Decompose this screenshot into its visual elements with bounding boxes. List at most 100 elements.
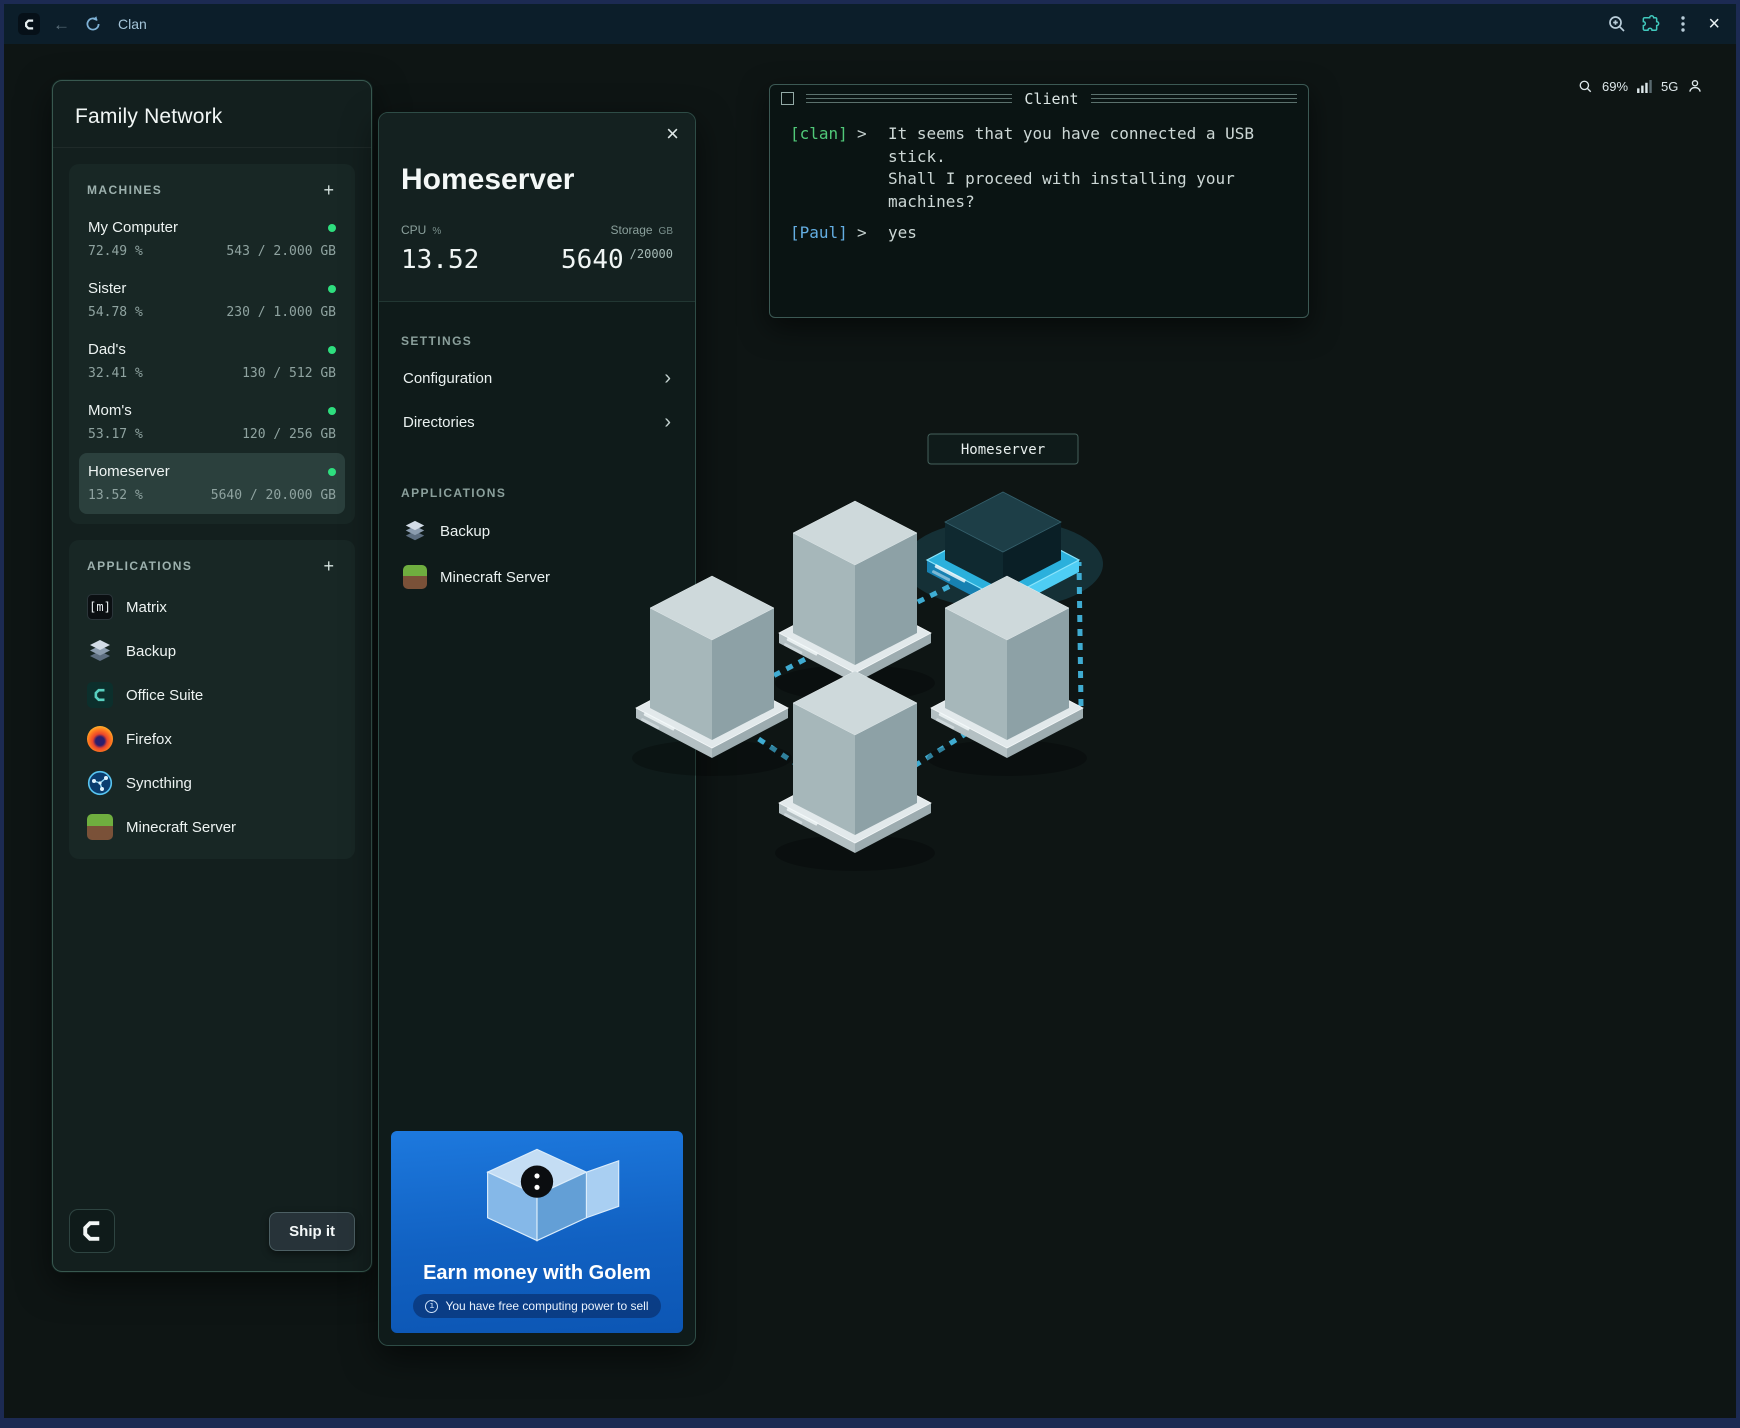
terminal-text: stick. [888,146,1288,169]
cpu-stat: CPU % 13.52 [401,223,479,275]
backup-icon [87,638,113,664]
homeserver-label: Homeserver [961,442,1045,458]
machine-row[interactable]: Dad's 32.41 % 130 / 512 GB [79,331,345,392]
zoom-level-icon [1578,79,1593,94]
close-icon[interactable]: × [666,123,679,145]
cpu-unit: % [432,226,441,237]
terminal-prompt: > [857,222,881,245]
page-title: Clan [118,16,147,32]
terminal-speaker: [clan] [790,123,850,146]
titlebar-lines-left [806,94,1012,104]
detail-header: × Homeserver CPU % 13.52 Storage GB [379,113,695,302]
detail-application-label: Minecraft Server [440,569,550,586]
terminal-prompt: > [857,123,881,146]
terminal-line: Shall I proceed with installing your [790,168,1288,191]
terminal-body: [clan] > It seems that you have connecte… [770,112,1308,245]
machine-cpu: 72.49 % [88,244,143,259]
terminal-titlebar[interactable]: Client [770,85,1308,112]
machine-storage: 230 / 1.000 GB [226,305,336,320]
terminal-speaker: [Paul] [790,222,850,245]
terminal-title: Client [1024,90,1078,108]
cpu-value: 13.52 [401,245,479,275]
machine-storage: 5640 / 20.000 GB [211,488,336,503]
machine-row[interactable]: My Computer 72.49 % 543 / 2.000 GB [79,209,345,270]
banner-note-pill: i You have free computing power to sell [413,1294,660,1318]
machine-row-selected[interactable]: Homeserver 13.52 % 5640 / 20.000 GB [79,453,345,514]
golem-banner[interactable]: Earn money with Golem i You have free co… [391,1131,683,1333]
storage-label: Storage [611,223,653,237]
machine-status-dot [328,346,336,354]
machine-row[interactable]: Mom's 53.17 % 120 / 256 GB [79,392,345,453]
network-node-machine[interactable] [927,576,1087,776]
machine-cpu: 32.41 % [88,366,143,381]
network-diagram: Homeserver [630,420,1210,940]
application-label: Minecraft Server [126,819,236,836]
machine-status-dot [328,285,336,293]
application-label: Office Suite [126,687,203,704]
application-label: Backup [126,643,176,660]
machine-name: My Computer [88,219,178,236]
application-row[interactable]: Backup [79,629,345,673]
application-label: Syncthing [126,775,192,792]
chevron-right-icon: › [664,368,671,388]
storage-total: /20000 [630,247,673,261]
machine-storage: 130 / 512 GB [242,366,336,381]
cpu-label: CPU [401,223,426,237]
add-application-button[interactable]: + [320,557,337,575]
machine-row[interactable]: Sister 54.78 % 230 / 1.000 GB [79,270,345,331]
panel-footer: Ship it [69,1209,355,1253]
golem-logo [521,1166,553,1198]
storage-unit: GB [659,226,673,237]
machine-status-dot [328,407,336,415]
ship-it-button[interactable]: Ship it [269,1212,355,1251]
machine-cpu: 13.52 % [88,488,143,503]
machine-name: Dad's [88,341,126,358]
clan-logo-icon [18,13,40,35]
setting-label: Configuration [403,370,492,387]
configuration-row[interactable]: Configuration › [401,356,673,400]
matrix-icon: [m] [87,594,113,620]
extensions-icon[interactable] [1640,14,1660,34]
application-row[interactable]: [m] Matrix [79,585,345,629]
office-suite-icon [87,682,113,708]
clan-logo [69,1209,115,1253]
terminal-line: stick. [790,146,1288,169]
application-row[interactable]: Minecraft Server [79,805,345,849]
family-network-panel: Family Network MACHINES + My Computer 72… [52,80,372,1272]
panel-title: Family Network [75,105,349,129]
machine-name: Homeserver [88,463,170,480]
terminal-line: [clan] > It seems that you have connecte… [790,123,1288,146]
application-row[interactable]: Firefox [79,717,345,761]
zoom-level-value: 69% [1602,79,1628,94]
app-window: ← Clan × 69% 5G Family Network MACHINES [0,0,1740,1428]
machines-header: MACHINES [87,183,162,197]
terminal-line: [Paul] > yes [790,222,1288,245]
network-node-machine[interactable] [632,576,792,776]
refresh-icon[interactable] [83,14,103,34]
machines-card: MACHINES + My Computer 72.49 % 543 / 2.0… [69,164,355,524]
application-row[interactable]: Office Suite [79,673,345,717]
menu-kebab-icon[interactable] [1673,14,1693,34]
vault-illustration [442,1139,632,1249]
zoom-icon[interactable] [1607,14,1627,34]
network-type-label: 5G [1661,79,1678,94]
machine-cpu: 53.17 % [88,427,143,442]
application-label: Matrix [126,599,167,616]
terminal-text: It seems that you have connected a USB [888,123,1288,146]
add-machine-button[interactable]: + [320,181,337,199]
user-icon[interactable] [1687,78,1703,94]
network-node-machine[interactable] [775,671,935,871]
info-icon: i [425,1300,438,1313]
setting-label: Directories [403,414,475,431]
back-icon[interactable]: ← [53,16,70,33]
applications-card: APPLICATIONS + [m] Matrix Backup Office … [69,540,355,859]
terminal-window-control-icon[interactable] [781,92,794,105]
machine-status-dot [328,468,336,476]
window-close-icon[interactable]: × [1706,14,1722,34]
banner-note: You have free computing power to sell [445,1299,648,1313]
syncthing-icon [87,770,113,796]
application-row[interactable]: Syncthing [79,761,345,805]
storage-stat: Storage GB 5640 /20000 [561,223,673,275]
terminal-line: machines? [790,191,1288,214]
signal-bars-icon [1637,80,1652,93]
